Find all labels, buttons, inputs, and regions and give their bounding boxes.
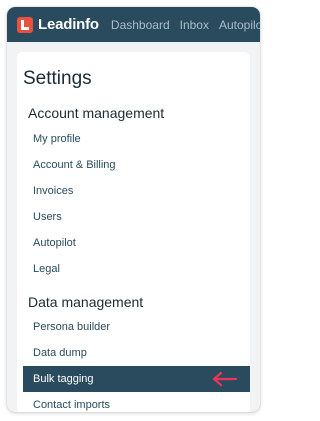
menu-item-invoices[interactable]: Invoices — [23, 178, 250, 204]
app-window: Leadinfo Dashboard Inbox Autopilot Setti… — [7, 7, 260, 412]
menu-item-autopilot[interactable]: Autopilot — [23, 230, 250, 256]
settings-panel: Settings Account management My profile A… — [17, 52, 250, 412]
nav-inbox[interactable]: Inbox — [180, 18, 209, 32]
section-title-data-management: Data management — [28, 294, 144, 310]
menu-item-users[interactable]: Users — [23, 204, 250, 230]
nav-dashboard[interactable]: Dashboard — [111, 18, 170, 32]
brand-logo[interactable]: Leadinfo — [17, 16, 99, 33]
menu-item-account-billing[interactable]: Account & Billing — [23, 152, 250, 178]
menu-item-data-dump[interactable]: Data dump — [23, 340, 250, 366]
menu-item-legal[interactable]: Legal — [23, 256, 250, 282]
brand-name: Leadinfo — [38, 16, 99, 33]
top-navigation-bar: Leadinfo Dashboard Inbox Autopilot — [7, 7, 260, 42]
menu-item-persona-builder[interactable]: Persona builder — [23, 314, 250, 340]
nav-autopilot[interactable]: Autopilot — [219, 18, 260, 32]
main-nav: Dashboard Inbox Autopilot — [111, 18, 260, 32]
menu-item-label: Bulk tagging — [33, 373, 94, 385]
leadinfo-logo-icon — [17, 16, 33, 33]
arrow-left-icon — [212, 371, 238, 387]
menu-item-bulk-tagging[interactable]: Bulk tagging — [23, 366, 250, 392]
page-title: Settings — [23, 68, 92, 89]
menu-item-my-profile[interactable]: My profile — [23, 126, 250, 152]
section-title-account-management: Account management — [28, 105, 165, 121]
menu-item-contact-imports[interactable]: Contact imports — [23, 392, 250, 412]
